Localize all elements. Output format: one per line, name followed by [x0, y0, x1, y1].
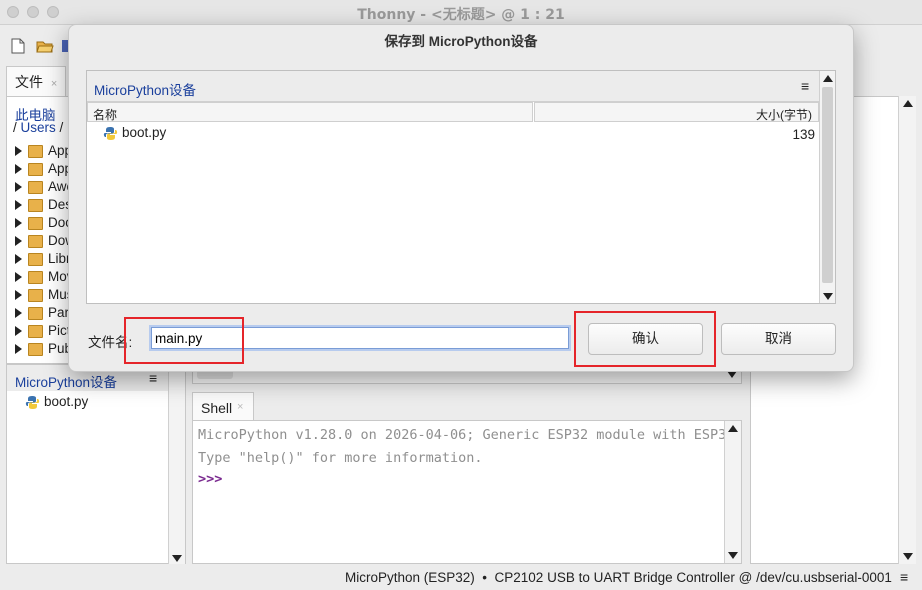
column-name-label: 名称: [93, 108, 118, 122]
breadcrumb: / Users /: [13, 120, 63, 135]
browser-menu-icon[interactable]: ≡: [801, 78, 809, 94]
browser-location[interactable]: MicroPython设备: [94, 79, 196, 99]
folder-icon: [28, 162, 43, 176]
device-panel: MicroPython设备 ≡ boot.py: [6, 364, 170, 564]
status-menu-icon[interactable]: ≡: [900, 569, 908, 585]
folder-row[interactable]: Mov: [15, 268, 74, 286]
close-shell-tab-icon[interactable]: ×: [237, 401, 243, 413]
breadcrumb-users[interactable]: Users: [21, 120, 56, 135]
folder-icon: [28, 324, 43, 338]
shell-prompt: >>>: [198, 471, 223, 487]
expand-arrow-icon[interactable]: [15, 200, 22, 211]
close-tab-icon[interactable]: ×: [51, 78, 57, 90]
device-menu-icon[interactable]: ≡: [149, 370, 157, 386]
column-size-label: 大小(字节): [756, 108, 812, 122]
file-size: 139: [792, 127, 815, 142]
device-scrollbar[interactable]: [168, 364, 186, 564]
folder-row[interactable]: App: [15, 160, 72, 178]
window-titlebar: Thonny - <无标题> @ 1 : 21: [0, 0, 922, 25]
filename-highlight-box: [124, 317, 244, 364]
device-file-item[interactable]: boot.py: [25, 394, 88, 410]
right-scroll-up-icon[interactable]: [902, 100, 913, 107]
tab-files[interactable]: 文件 ×: [6, 66, 67, 97]
folder-icon: [28, 270, 43, 284]
python-file-icon: [25, 395, 40, 410]
right-scrollbar[interactable]: [898, 96, 916, 564]
browser-scroll-up-icon[interactable]: [822, 75, 833, 82]
shell-line-1: MicroPython v1.28.0 on 2026-04-06; Gener…: [198, 427, 735, 443]
folder-icon: [28, 342, 43, 356]
file-browser: MicroPython设备 ≡ 名称 大小(字节) boot.py 139: [86, 70, 836, 304]
tab-shell-label: Shell: [201, 400, 233, 416]
window-title: Thonny - <无标题> @ 1 : 21: [357, 7, 565, 23]
breadcrumb-root[interactable]: /: [13, 120, 21, 135]
browser-scrollbar[interactable]: [819, 71, 835, 303]
open-file-icon[interactable]: [36, 38, 54, 54]
folder-row[interactable]: Pub: [15, 340, 72, 358]
folder-row[interactable]: Des: [15, 196, 72, 214]
folder-row[interactable]: Dow: [15, 232, 75, 250]
browser-scroll-thumb[interactable]: [822, 87, 833, 283]
breadcrumb-sep: /: [55, 120, 64, 135]
folder-icon: [28, 144, 43, 158]
folder-row[interactable]: Pict: [15, 322, 71, 340]
status-bar: MicroPython (ESP32) • CP2102 USB to UART…: [0, 566, 922, 590]
new-file-icon[interactable]: [11, 38, 27, 54]
expand-arrow-icon[interactable]: [15, 182, 22, 193]
python-file-icon: [103, 126, 118, 141]
expand-arrow-icon[interactable]: [15, 326, 22, 337]
cancel-button[interactable]: 取消: [721, 323, 836, 355]
shell-line-2: Type "help()" for more information.: [198, 450, 483, 466]
editor-scroll-down-icon[interactable]: [727, 371, 737, 378]
folder-icon: [28, 288, 43, 302]
expand-arrow-icon[interactable]: [15, 146, 22, 157]
dialog-title: 保存到 MicroPython设备: [384, 34, 538, 49]
shell-scrollbar[interactable]: [724, 421, 741, 563]
save-dialog: 保存到 MicroPython设备 MicroPython设备 ≡ 名称 大小(…: [68, 24, 854, 372]
folder-icon: [28, 180, 43, 194]
device-file-name: boot.py: [44, 394, 89, 409]
file-row-name: boot.py: [103, 125, 166, 141]
folder-row[interactable]: Doc: [15, 214, 72, 232]
expand-arrow-icon[interactable]: [15, 290, 22, 301]
tab-files-label: 文件: [15, 74, 43, 90]
folder-icon: [28, 216, 43, 230]
column-header-size[interactable]: 大小(字节): [534, 102, 819, 122]
folder-row[interactable]: Awe: [15, 178, 74, 196]
scroll-down-icon[interactable]: [172, 555, 182, 562]
folder-row[interactable]: Libr: [15, 250, 71, 268]
browser-header: MicroPython设备 ≡: [87, 71, 819, 102]
file-row[interactable]: boot.py 139: [87, 124, 819, 144]
folder-icon: [28, 252, 43, 266]
shell-panel[interactable]: MicroPython v1.28.0 on 2026-04-06; Gener…: [192, 420, 742, 564]
expand-arrow-icon[interactable]: [15, 308, 22, 319]
folder-icon: [28, 234, 43, 248]
folder-icon: [28, 306, 43, 320]
folder-row[interactable]: App: [15, 142, 72, 160]
folder-icon: [28, 198, 43, 212]
status-text[interactable]: MicroPython (ESP32) • CP2102 USB to UART…: [345, 570, 892, 585]
expand-arrow-icon[interactable]: [15, 218, 22, 229]
device-label[interactable]: MicroPython设备: [15, 371, 117, 391]
file-name: boot.py: [122, 125, 167, 140]
expand-arrow-icon[interactable]: [15, 236, 22, 247]
expand-arrow-icon[interactable]: [15, 344, 22, 355]
column-header-name[interactable]: 名称: [87, 102, 533, 122]
confirm-highlight-box: [574, 311, 716, 367]
tab-shell[interactable]: Shell ×: [192, 392, 254, 420]
shell-scroll-up-icon[interactable]: [728, 425, 738, 432]
expand-arrow-icon[interactable]: [15, 254, 22, 265]
right-scroll-down-icon[interactable]: [902, 553, 913, 560]
expand-arrow-icon[interactable]: [15, 272, 22, 283]
shell-scroll-down-icon[interactable]: [728, 552, 738, 559]
browser-scroll-down-icon[interactable]: [822, 293, 833, 300]
folder-row[interactable]: Mus: [15, 286, 74, 304]
expand-arrow-icon[interactable]: [15, 164, 22, 175]
